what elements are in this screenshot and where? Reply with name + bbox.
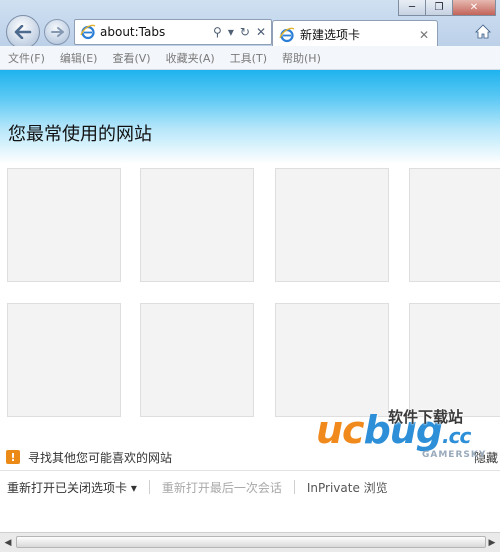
- tab-label: 新建选项卡: [300, 28, 361, 42]
- site-tile[interactable]: [409, 303, 500, 417]
- watermark-site: GAMERSKY: [422, 450, 487, 460]
- lightbulb-icon: !: [6, 450, 20, 464]
- site-tile[interactable]: [140, 303, 254, 417]
- site-tile[interactable]: [140, 168, 254, 282]
- site-tile[interactable]: [409, 168, 500, 282]
- home-button[interactable]: [474, 22, 492, 40]
- suggest-sites-link[interactable]: 寻找其他您可能喜欢的网站: [28, 449, 172, 466]
- scroll-left-icon[interactable]: ◀: [2, 536, 14, 549]
- refresh-icon[interactable]: ↻: [240, 25, 250, 39]
- site-tile[interactable]: [275, 168, 389, 282]
- title-bar: ─ ❐ ✕ about:Tabs ⚲ ▾ ↻ ✕ 新建选项卡 ✕: [0, 0, 500, 49]
- forward-arrow-icon: [50, 27, 64, 37]
- forward-button[interactable]: [44, 19, 70, 45]
- minimize-button[interactable]: ─: [398, 0, 426, 16]
- ie-logo-icon: [279, 27, 295, 42]
- reopen-last-session-link[interactable]: 重新打开最后一次会话: [162, 479, 282, 496]
- menu-edit[interactable]: 编辑(E): [60, 50, 98, 66]
- window-controls: ─ ❐ ✕: [398, 0, 496, 17]
- header-banner: [0, 70, 500, 164]
- inprivate-link[interactable]: InPrivate 浏览: [307, 479, 388, 496]
- stop-icon[interactable]: ✕: [256, 25, 266, 39]
- back-button[interactable]: [6, 15, 40, 49]
- menu-file[interactable]: 文件(F): [8, 50, 45, 66]
- menu-view[interactable]: 查看(V): [112, 50, 150, 66]
- menu-tools[interactable]: 工具(T): [230, 50, 267, 66]
- watermark: ucbug.cc 软件下载站 GAMERSKY: [310, 404, 500, 466]
- new-tab-page: 您最常使用的网站 ! 寻找其他您可能喜欢的网站 隐藏 重新打开已关闭选项卡 ▾ …: [0, 70, 500, 532]
- horizontal-scrollbar[interactable]: ◀ ▶: [0, 532, 500, 552]
- close-icon: ✕: [469, 1, 479, 13]
- site-tile[interactable]: [7, 303, 121, 417]
- scrollbar-thumb[interactable]: [16, 536, 486, 548]
- back-arrow-icon: [14, 25, 32, 39]
- restore-icon: ❐: [434, 1, 444, 13]
- ie-logo-icon: [80, 24, 96, 40]
- divider: [293, 480, 295, 494]
- watermark-uc: uc: [316, 408, 365, 452]
- page-title: 您最常使用的网站: [8, 124, 152, 145]
- reopen-closed-tabs-button[interactable]: 重新打开已关闭选项卡 ▾: [7, 479, 137, 496]
- watermark-cn-text: 软件下载站: [388, 408, 464, 426]
- watermark-cc: .cc: [442, 424, 471, 448]
- address-bar[interactable]: about:Tabs ⚲ ▾ ↻ ✕: [74, 19, 272, 45]
- scroll-right-icon[interactable]: ▶: [486, 536, 498, 549]
- menu-help[interactable]: 帮助(H): [282, 50, 321, 66]
- home-icon: [475, 23, 491, 38]
- site-tile[interactable]: [7, 168, 121, 282]
- tab-actions-row: 重新打开已关闭选项卡 ▾ 重新打开最后一次会话 InPrivate 浏览: [7, 476, 500, 498]
- restore-button[interactable]: ❐: [426, 0, 453, 16]
- address-url[interactable]: about:Tabs: [100, 25, 213, 39]
- chevron-down-icon[interactable]: ▾: [228, 25, 234, 39]
- divider: [148, 480, 150, 494]
- tab-new-tab[interactable]: 新建选项卡 ✕: [272, 20, 438, 48]
- search-icon[interactable]: ⚲: [213, 25, 222, 39]
- menu-bar: 文件(F) 编辑(E) 查看(V) 收藏夹(A) 工具(T) 帮助(H): [0, 46, 500, 70]
- menu-favorites[interactable]: 收藏夹(A): [166, 50, 215, 66]
- close-tab-icon[interactable]: ✕: [419, 28, 429, 42]
- minimize-icon: ─: [408, 1, 416, 13]
- close-window-button[interactable]: ✕: [453, 0, 496, 16]
- divider: [0, 470, 500, 471]
- site-tile[interactable]: [275, 303, 389, 417]
